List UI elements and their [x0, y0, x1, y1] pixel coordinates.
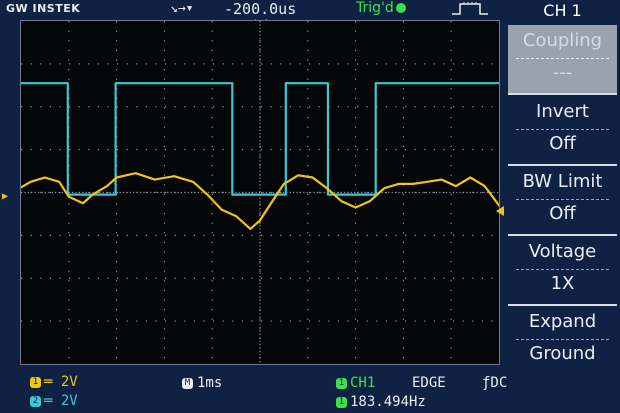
trigger-level-marker-icon	[496, 206, 504, 216]
ch1-scale-value: ═ 2V	[44, 374, 78, 390]
side-menu: CH 1 Coupling --- Invert Off BW Limit Of…	[505, 0, 620, 373]
ch1-badge-icon: 1	[30, 376, 41, 388]
ch2-scale[interactable]: 2 ═ 2V	[30, 393, 78, 409]
menu-invert-label: Invert	[536, 101, 589, 122]
ch1-scale[interactable]: 1 ═ 2V	[30, 374, 78, 390]
ch2-scale-value: ═ 2V	[44, 393, 78, 409]
top-status-bar: GW INSTEK ↘→▾ -200.0us Trig'd	[0, 0, 505, 20]
timebase-value: 1ms	[197, 375, 223, 391]
menu-voltage-value: 1X	[550, 273, 575, 294]
oscilloscope-screen: GW INSTEK ↘→▾ -200.0us Trig'd ▶ CH 1 Cou…	[0, 0, 620, 413]
waveform-plot	[21, 21, 499, 364]
menu-bw-limit[interactable]: BW Limit Off	[508, 166, 617, 234]
menu-coupling[interactable]: Coupling ---	[508, 25, 617, 93]
waveform-display[interactable]	[20, 20, 500, 365]
menu-expand-value: Ground	[529, 343, 596, 364]
brand-logo: GW INSTEK	[6, 2, 81, 15]
ch1-ground-marker-icon: ▶	[2, 191, 9, 202]
menu-bw-limit-value: Off	[549, 203, 576, 224]
menu-expand[interactable]: Expand Ground	[508, 306, 617, 374]
timebase-readout[interactable]: M 1ms	[182, 375, 222, 391]
trigger-indicator-icon	[395, 3, 406, 13]
menu-bw-limit-label: BW Limit	[522, 171, 603, 192]
menu-expand-label: Expand	[528, 311, 597, 332]
trigger-status-label: Trig'd	[356, 0, 394, 16]
menu-divider	[508, 93, 617, 95]
menu-invert-value: Off	[549, 133, 576, 154]
trigger-source-badge-icon: 1	[336, 377, 347, 389]
ch2-badge-icon: 2	[30, 395, 41, 407]
timebase-badge-icon: M	[182, 377, 193, 389]
pulse-edge-icon	[452, 2, 488, 15]
trigger-coupling[interactable]: ƒDC	[482, 375, 507, 391]
trigger-source[interactable]: 1 CH1	[336, 375, 375, 391]
trigger-type[interactable]: EDGE	[412, 375, 446, 391]
frequency-readout: 1 183.494Hz	[336, 394, 426, 410]
horizontal-position-readout: -200.0us	[224, 0, 297, 18]
menu-voltage[interactable]: Voltage 1X	[508, 236, 617, 304]
menu-coupling-value: ---	[552, 62, 573, 83]
menu-invert[interactable]: Invert Off	[508, 96, 617, 164]
frequency-value: 183.494Hz	[350, 394, 426, 410]
menu-title: CH 1	[543, 1, 582, 20]
trigger-source-value: CH1	[350, 375, 376, 391]
menu-voltage-label: Voltage	[528, 241, 597, 262]
menu-coupling-label: Coupling	[522, 30, 603, 51]
trigger-status: Trig'd	[356, 0, 406, 16]
horizontal-position-icon: ↘→▾	[170, 1, 194, 16]
frequency-badge-icon: 1	[336, 396, 347, 408]
bottom-status-bar: 1 ═ 2V 2 ═ 2V M 1ms 1 CH1 EDGE ƒDC 1 183.494H…	[0, 368, 620, 413]
